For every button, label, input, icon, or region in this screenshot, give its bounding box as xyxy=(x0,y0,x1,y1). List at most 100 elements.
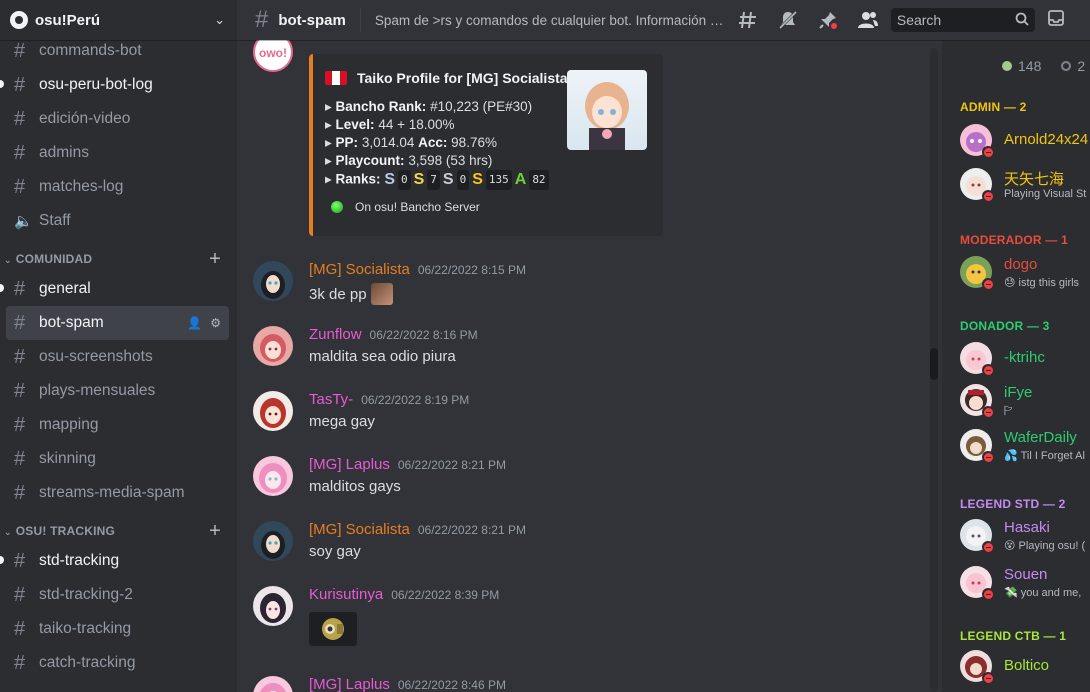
channel-label: std-tracking-2 xyxy=(39,586,133,603)
gear-icon[interactable]: ⚙ xyxy=(210,316,221,330)
avatar[interactable] xyxy=(253,521,293,561)
member-name: 天矢七海 xyxy=(1004,171,1065,188)
custom-emoji-icon xyxy=(370,283,393,305)
channel-sidebar: osu!Perú ⌄ # commands-bot # osu-peru-bot-l… xyxy=(0,0,237,692)
avatar[interactable] xyxy=(253,586,293,626)
channel-catch-tracking[interactable]: # catch-tracking xyxy=(0,646,229,680)
channel-osu-peru-bot-log[interactable]: # osu-peru-bot-log xyxy=(0,68,229,102)
search-input[interactable]: Search xyxy=(890,8,1035,32)
hash-icon: # xyxy=(14,651,26,674)
members-icon[interactable] xyxy=(857,9,879,31)
member-list: 148 2 ADMIN — 2 Arnold24x24 天矢七海 Playing… xyxy=(942,40,1090,692)
member-item[interactable]: WaferDaily 💦 Til I Forget Al xyxy=(960,425,1090,467)
member-item[interactable]: Arnold24x24 xyxy=(960,120,1090,162)
author-name[interactable]: [MG] Socialista xyxy=(309,261,410,278)
category-osu-tracking[interactable]: ⌄ OSU! TRACKING + xyxy=(0,510,237,544)
category-comunidad[interactable]: ⌄ COMUNIDAD + xyxy=(0,238,237,272)
rank-ss-icon: S xyxy=(413,171,425,188)
member-name: dogo xyxy=(1004,256,1038,273)
pin-icon[interactable] xyxy=(817,9,839,31)
channel-osu-screenshots[interactable]: # osu-screenshots xyxy=(0,340,229,374)
emoji-icon: 💸 xyxy=(1004,587,1018,599)
level-key: Level: xyxy=(335,117,375,132)
dnd-status-icon xyxy=(982,451,994,463)
discord-window: osu!Perú ⌄ # commands-bot # osu-peru-bot-l… xyxy=(0,0,1090,692)
channel-label: osu-peru-bot-log xyxy=(39,76,153,93)
member-counts: 148 2 xyxy=(1002,58,1085,74)
scrollbar-thumb[interactable] xyxy=(930,348,938,380)
channel-topic[interactable]: Spam de >rs y comandos de cualquier bot.… xyxy=(375,13,727,28)
hash-icon: # xyxy=(14,583,26,606)
channel-skinning[interactable]: # skinning xyxy=(0,442,229,476)
inbox-icon[interactable] xyxy=(1047,9,1065,32)
avatar[interactable] xyxy=(253,676,293,692)
channel-taiko-tracking[interactable]: # taiko-tracking xyxy=(0,612,229,646)
member-item[interactable]: 天矢七海 Playing Visual St xyxy=(960,164,1090,206)
channel-label: edición-video xyxy=(39,110,131,127)
channel-label: general xyxy=(39,280,91,297)
hash-icon: # xyxy=(14,311,26,334)
channel-std-tracking-2[interactable]: # std-tracking-2 xyxy=(0,578,229,612)
channel-mapping[interactable]: # mapping xyxy=(0,408,229,442)
threads-icon[interactable] xyxy=(737,9,759,31)
add-channel-icon[interactable]: + xyxy=(209,249,221,269)
rank-count: 0 xyxy=(456,170,470,190)
message-scrollbar[interactable] xyxy=(930,48,938,692)
member-item[interactable]: Souen 💸 you and me, xyxy=(960,562,1090,604)
author-name[interactable]: Zunflow xyxy=(309,326,362,343)
author-name[interactable]: [MG] Laplus xyxy=(309,456,390,473)
channel-title: bot-spam xyxy=(278,11,346,29)
mute-bell-icon[interactable] xyxy=(777,9,799,31)
hash-icon: # xyxy=(14,447,26,470)
member-activity-line: 💸 you and me, xyxy=(1004,586,1081,599)
channel-streams-media-spam[interactable]: # streams-media-spam xyxy=(0,476,229,510)
channel-admins[interactable]: # admins xyxy=(0,136,229,170)
hash-icon: # xyxy=(255,6,269,33)
server-header[interactable]: osu!Perú ⌄ xyxy=(0,0,237,40)
ranks-key: Ranks: xyxy=(335,171,381,187)
dnd-status-icon xyxy=(982,406,994,418)
author-name[interactable]: Kurisutinya xyxy=(309,586,383,603)
avatar[interactable] xyxy=(253,326,293,366)
role-header-legend-std: LEGEND STD — 2 xyxy=(960,497,1066,511)
channel-list: # commands-bot # osu-peru-bot-log # edición… xyxy=(0,34,237,680)
emoji-icon: 💦 xyxy=(1004,450,1018,462)
member-item[interactable]: iFye 🏱 xyxy=(960,380,1090,422)
channel-general[interactable]: # general xyxy=(0,272,229,306)
channel-plays-mensuales[interactable]: # plays-mensuales xyxy=(0,374,229,408)
channel-std-tracking[interactable]: # std-tracking xyxy=(0,544,229,578)
dnd-status-icon xyxy=(982,190,994,202)
rank-count: 7 xyxy=(427,170,440,190)
avatar[interactable] xyxy=(253,391,293,431)
emoji-icon: 🏱 xyxy=(1004,406,1013,417)
member-activity: you and me, xyxy=(1020,587,1082,599)
role-header-legend-ctb: LEGEND CTB — 1 xyxy=(960,629,1067,643)
member-activity: Playing osu! ( xyxy=(1018,540,1086,552)
chevron-down-icon[interactable]: ⌄ xyxy=(214,12,225,28)
add-channel-icon[interactable]: + xyxy=(209,521,221,541)
profile-thumbnail[interactable] xyxy=(567,70,647,150)
server-name: osu!Perú xyxy=(35,11,101,29)
author-name[interactable]: TasTy- xyxy=(309,391,353,408)
avatar[interactable] xyxy=(253,261,293,301)
author-name[interactable]: [MG] Socialista xyxy=(309,521,410,538)
member-item[interactable]: Boltico xyxy=(960,646,1090,688)
avatar[interactable] xyxy=(253,456,293,496)
bot-avatar[interactable]: owo! xyxy=(253,40,293,72)
member-item[interactable]: -ktrihc xyxy=(960,338,1090,380)
dnd-status-icon xyxy=(982,364,994,376)
channel-matches-log[interactable]: # matches-log xyxy=(0,170,229,204)
acc-value: 98.76% xyxy=(451,135,497,150)
member-item[interactable]: dogo 😓 istg this girls xyxy=(960,252,1090,294)
channel-bot-spam[interactable]: # bot-spam 👤 ⚙ xyxy=(6,306,229,340)
channel-edicion-video[interactable]: # edición-video xyxy=(0,102,229,136)
pp-key: PP: xyxy=(335,135,359,150)
author-name[interactable]: [MG] Laplus xyxy=(309,676,390,692)
sticker-image[interactable] xyxy=(309,612,357,646)
channel-staff-voice[interactable]: 🔈 Staff xyxy=(0,204,229,238)
member-activity: Playing Visual St xyxy=(1004,188,1087,200)
invite-icon[interactable]: 👤 xyxy=(187,316,202,330)
member-item[interactable]: Hasaki 😵 Playing osu! ( xyxy=(960,515,1090,557)
hash-icon: # xyxy=(14,73,26,96)
server-boost-icon xyxy=(10,11,28,29)
